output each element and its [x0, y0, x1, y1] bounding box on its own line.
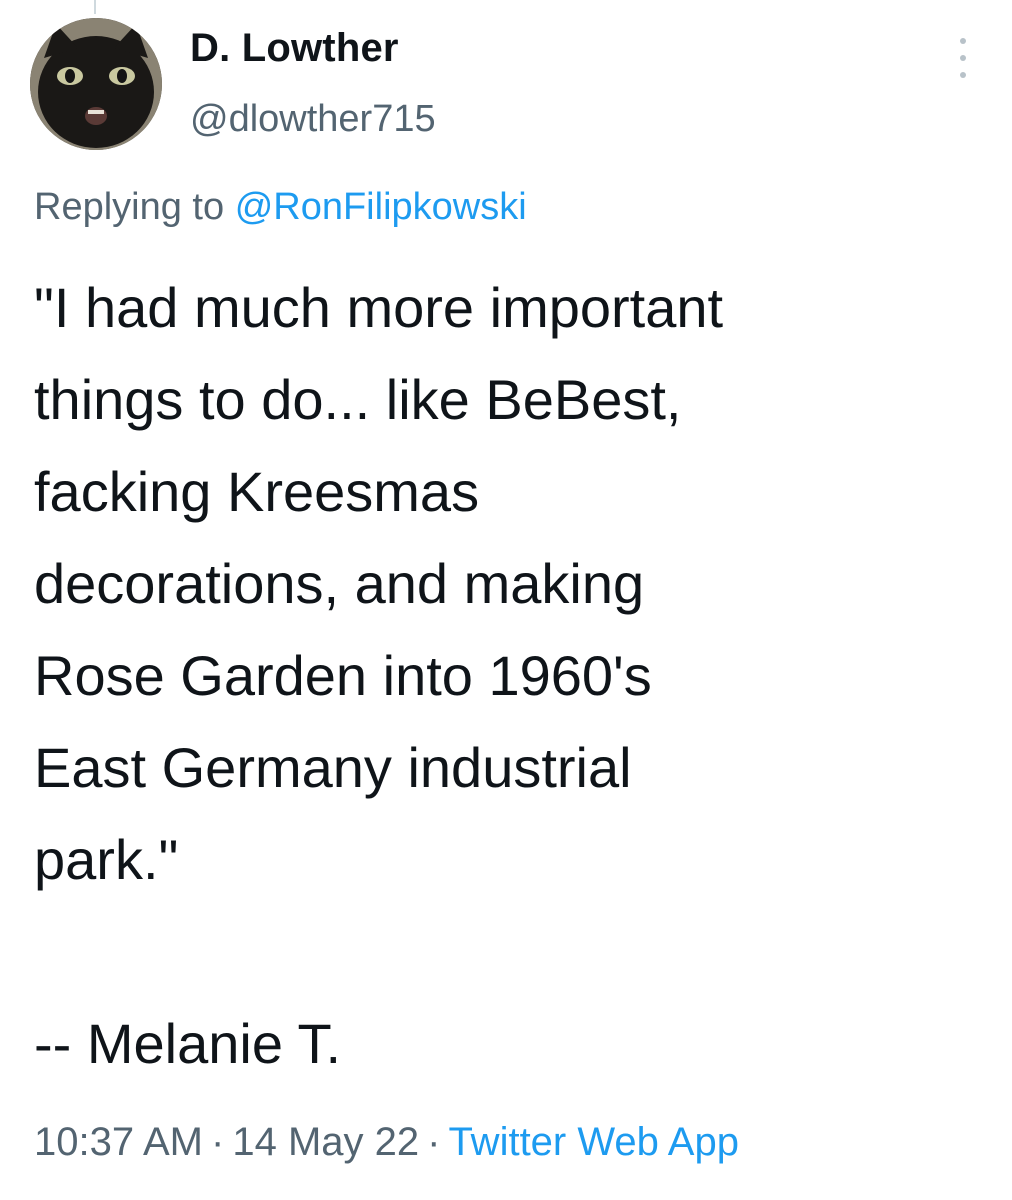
replying-to: Replying to @RonFilipkowski — [34, 186, 527, 229]
avatar[interactable] — [30, 18, 162, 150]
author-display-name[interactable]: D. Lowther — [190, 26, 399, 71]
black-cat-avatar-icon — [30, 18, 162, 150]
replying-to-label: Replying to — [34, 186, 225, 228]
more-options-button[interactable] — [948, 38, 978, 78]
tweet-text-line: park." — [34, 828, 179, 891]
more-dot-icon — [960, 55, 966, 61]
replying-to-mention[interactable]: @RonFilipkowski — [235, 186, 527, 228]
tweet-text-line: things to do... like BeBest, — [34, 368, 682, 431]
meta-separator: · — [211, 1120, 225, 1164]
tweet-source-link[interactable]: Twitter Web App — [448, 1120, 739, 1164]
more-dot-icon — [960, 38, 966, 44]
tweet-date[interactable]: 14 May 22 — [232, 1120, 419, 1164]
more-dot-icon — [960, 72, 966, 78]
tweet-text: "I had much more important things to do.… — [34, 262, 984, 1090]
tweet-metadata: 10:37 AM · 14 May 22 · Twitter Web App — [34, 1120, 739, 1165]
tweet-text-signature: -- Melanie T. — [34, 1012, 342, 1075]
tweet-text-line: East Germany industrial — [34, 736, 632, 799]
tweet-text-line: "I had much more important — [34, 276, 724, 339]
tweet-time[interactable]: 10:37 AM — [34, 1120, 203, 1164]
tweet-text-line: facking Kreesmas — [34, 460, 480, 523]
author-handle[interactable]: @dlowther715 — [190, 98, 436, 141]
tweet-text-line: Rose Garden into 1960's — [34, 644, 652, 707]
tweet-text-line: decorations, and making — [34, 552, 645, 615]
meta-separator: · — [427, 1120, 441, 1164]
thread-connector-line — [94, 0, 96, 14]
